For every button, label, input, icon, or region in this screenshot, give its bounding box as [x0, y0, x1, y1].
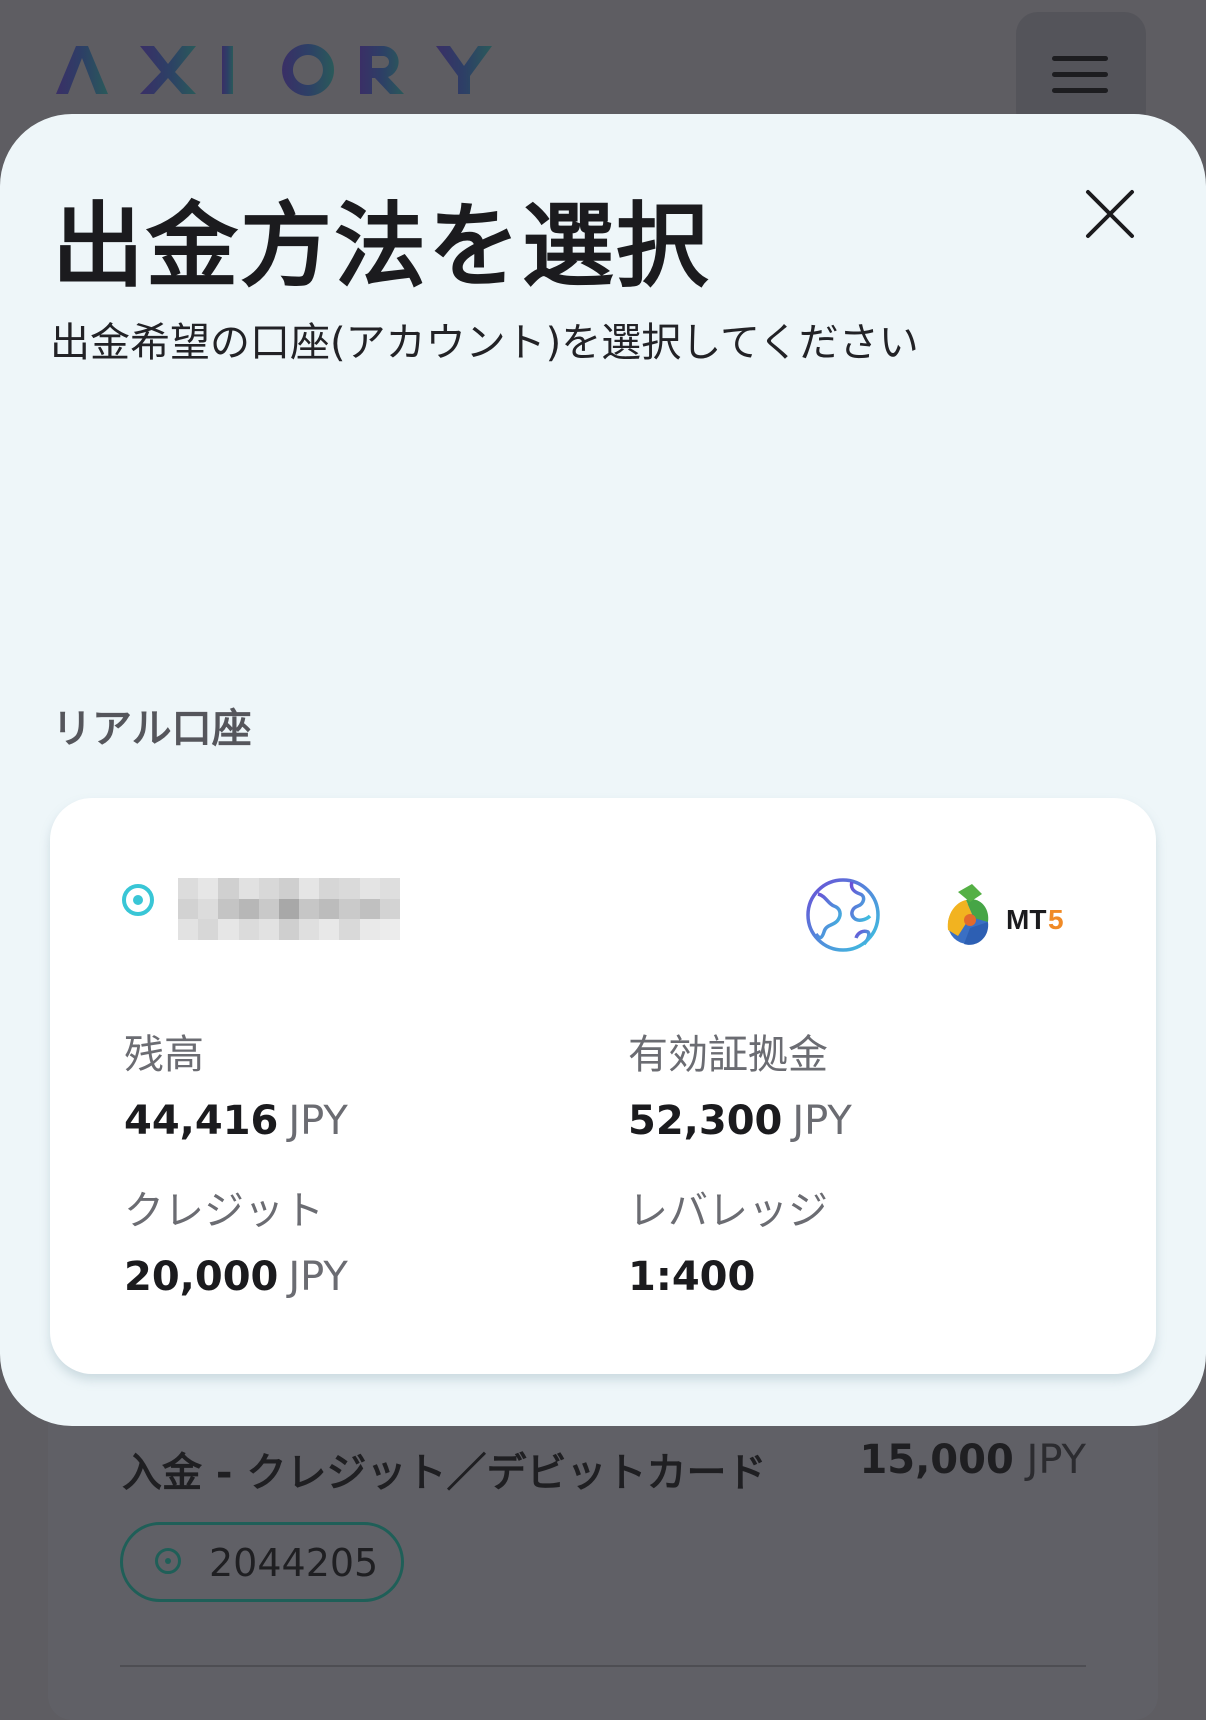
balance-label: 残高: [124, 1032, 204, 1078]
svg-text:5: 5: [1048, 904, 1064, 935]
globe-icon: [806, 878, 880, 952]
hamburger-menu-icon-bar: [1052, 72, 1108, 77]
modal-title: 出金方法を選択: [52, 193, 711, 300]
svg-text:MT: MT: [1006, 904, 1046, 935]
effective-margin-amount: 52,300: [628, 1098, 783, 1144]
transaction-title: 入金 - クレジット／デビットカード: [122, 1450, 767, 1496]
credit-value: 20,000 JPY: [124, 1252, 348, 1302]
leverage-stat: レバレッジ 1:400: [628, 1186, 828, 1302]
transaction-amount-currency: JPY: [1026, 1437, 1086, 1483]
close-icon[interactable]: [1080, 184, 1140, 244]
transaction-amount-value: 15,000: [859, 1437, 1014, 1483]
effective-margin-label: 有効証拠金: [628, 1032, 828, 1078]
radio-icon: [155, 1548, 181, 1574]
account-card[interactable]: MT 5 残高 44,416 JPY 有効証拠金 52,300 JPY クレジット …: [50, 798, 1156, 1374]
site-header: [0, 0, 1206, 132]
radio-selected-icon[interactable]: [122, 884, 154, 916]
credit-currency: JPY: [288, 1254, 348, 1300]
axiory-logo[interactable]: [56, 40, 526, 110]
effective-margin-currency: JPY: [792, 1098, 852, 1144]
redacted-account-id: [178, 878, 400, 940]
radio-selected-dot: [133, 895, 143, 905]
credit-stat: クレジット 20,000 JPY: [124, 1186, 348, 1302]
credit-label: クレジット: [124, 1188, 324, 1234]
section-label-real-account: リアル口座: [52, 706, 252, 752]
effective-margin-value: 52,300 JPY: [628, 1096, 852, 1146]
leverage-value: 1:400: [628, 1252, 828, 1302]
hamburger-menu-icon-bar: [1052, 88, 1108, 93]
effective-margin-stat: 有効証拠金 52,300 JPY: [628, 1030, 852, 1146]
transaction-account-chip[interactable]: 2044205: [120, 1522, 404, 1602]
withdrawal-method-modal: 出金方法を選択 出金希望の口座(アカウント)を選択してください リアル口座 MT…: [0, 114, 1206, 1426]
leverage-label: レバレッジ: [628, 1188, 828, 1234]
balance-currency: JPY: [288, 1098, 348, 1144]
divider: [120, 1665, 1086, 1667]
balance-value: 44,416 JPY: [124, 1096, 348, 1146]
transaction-amount: 15,000 JPY: [859, 1437, 1086, 1483]
radio-icon-dot: [165, 1558, 171, 1564]
leverage-amount: 1:400: [628, 1254, 756, 1300]
balance-stat: 残高 44,416 JPY: [124, 1030, 348, 1146]
credit-amount: 20,000: [124, 1254, 279, 1300]
hamburger-menu-icon: [1052, 56, 1108, 61]
balance-amount: 44,416: [124, 1098, 279, 1144]
mt5-logo: MT 5: [947, 884, 1064, 945]
modal-subtitle: 出金希望の口座(アカウント)を選択してください: [50, 320, 919, 366]
transaction-account-number: 2044205: [209, 1541, 379, 1585]
